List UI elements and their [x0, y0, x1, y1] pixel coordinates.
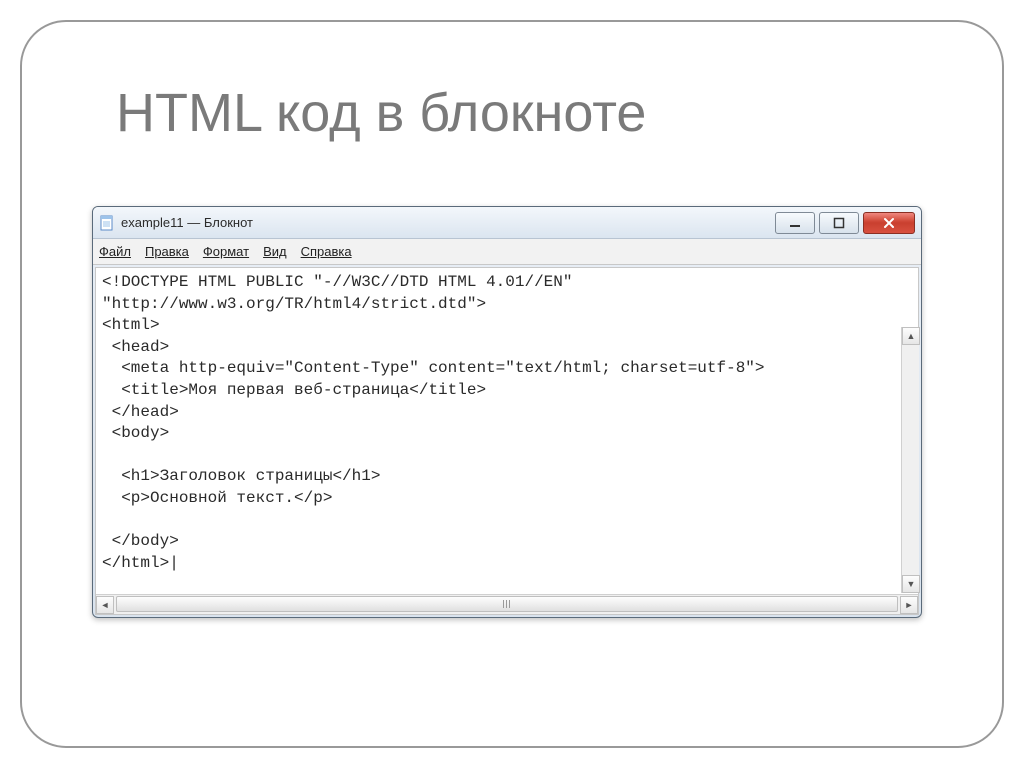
notepad-window: example11 — Блокнот Файл Правка Формат В… — [92, 206, 922, 618]
menubar: Файл Правка Формат Вид Справка — [93, 239, 921, 265]
scroll-h-thumb[interactable] — [116, 596, 898, 612]
menu-help-label: Справка — [301, 244, 352, 259]
notepad-icon — [99, 215, 115, 231]
window-title: example11 — Блокнот — [121, 215, 253, 230]
minimize-button[interactable] — [775, 212, 815, 234]
scroll-down-button[interactable]: ▼ — [902, 575, 920, 593]
menu-edit[interactable]: Правка — [145, 244, 189, 259]
scrollbar-vertical[interactable]: ▲ ▼ — [901, 327, 919, 593]
slide-title: HTML код в блокноте — [116, 82, 646, 144]
scroll-right-button[interactable]: ► — [900, 596, 918, 614]
notepad-body: <!DOCTYPE HTML PUBLIC "-//W3C//DTD HTML … — [93, 267, 921, 615]
menu-format-label: Формат — [203, 244, 249, 259]
thumb-grip-icon — [503, 600, 511, 608]
content-wrap: <!DOCTYPE HTML PUBLIC "-//W3C//DTD HTML … — [95, 267, 919, 615]
close-button[interactable] — [863, 212, 915, 234]
editor-textarea[interactable]: <!DOCTYPE HTML PUBLIC "-//W3C//DTD HTML … — [96, 268, 918, 594]
window-buttons — [771, 212, 915, 234]
scroll-left-button[interactable]: ◄ — [96, 596, 114, 614]
menu-edit-label: Правка — [145, 244, 189, 259]
menu-view-label: Вид — [263, 244, 287, 259]
menu-file[interactable]: Файл — [99, 244, 131, 259]
titlebar[interactable]: example11 — Блокнот — [93, 207, 921, 239]
menu-format[interactable]: Формат — [203, 244, 249, 259]
scroll-up-button[interactable]: ▲ — [902, 327, 920, 345]
menu-help[interactable]: Справка — [301, 244, 352, 259]
maximize-button[interactable] — [819, 212, 859, 234]
slide-frame: HTML код в блокноте example11 — Блокнот — [20, 20, 1004, 748]
scrollbar-horizontal[interactable]: ◄ ► — [96, 594, 918, 614]
menu-file-label: Файл — [99, 244, 131, 259]
scroll-v-track[interactable] — [902, 345, 919, 575]
menu-view[interactable]: Вид — [263, 244, 287, 259]
